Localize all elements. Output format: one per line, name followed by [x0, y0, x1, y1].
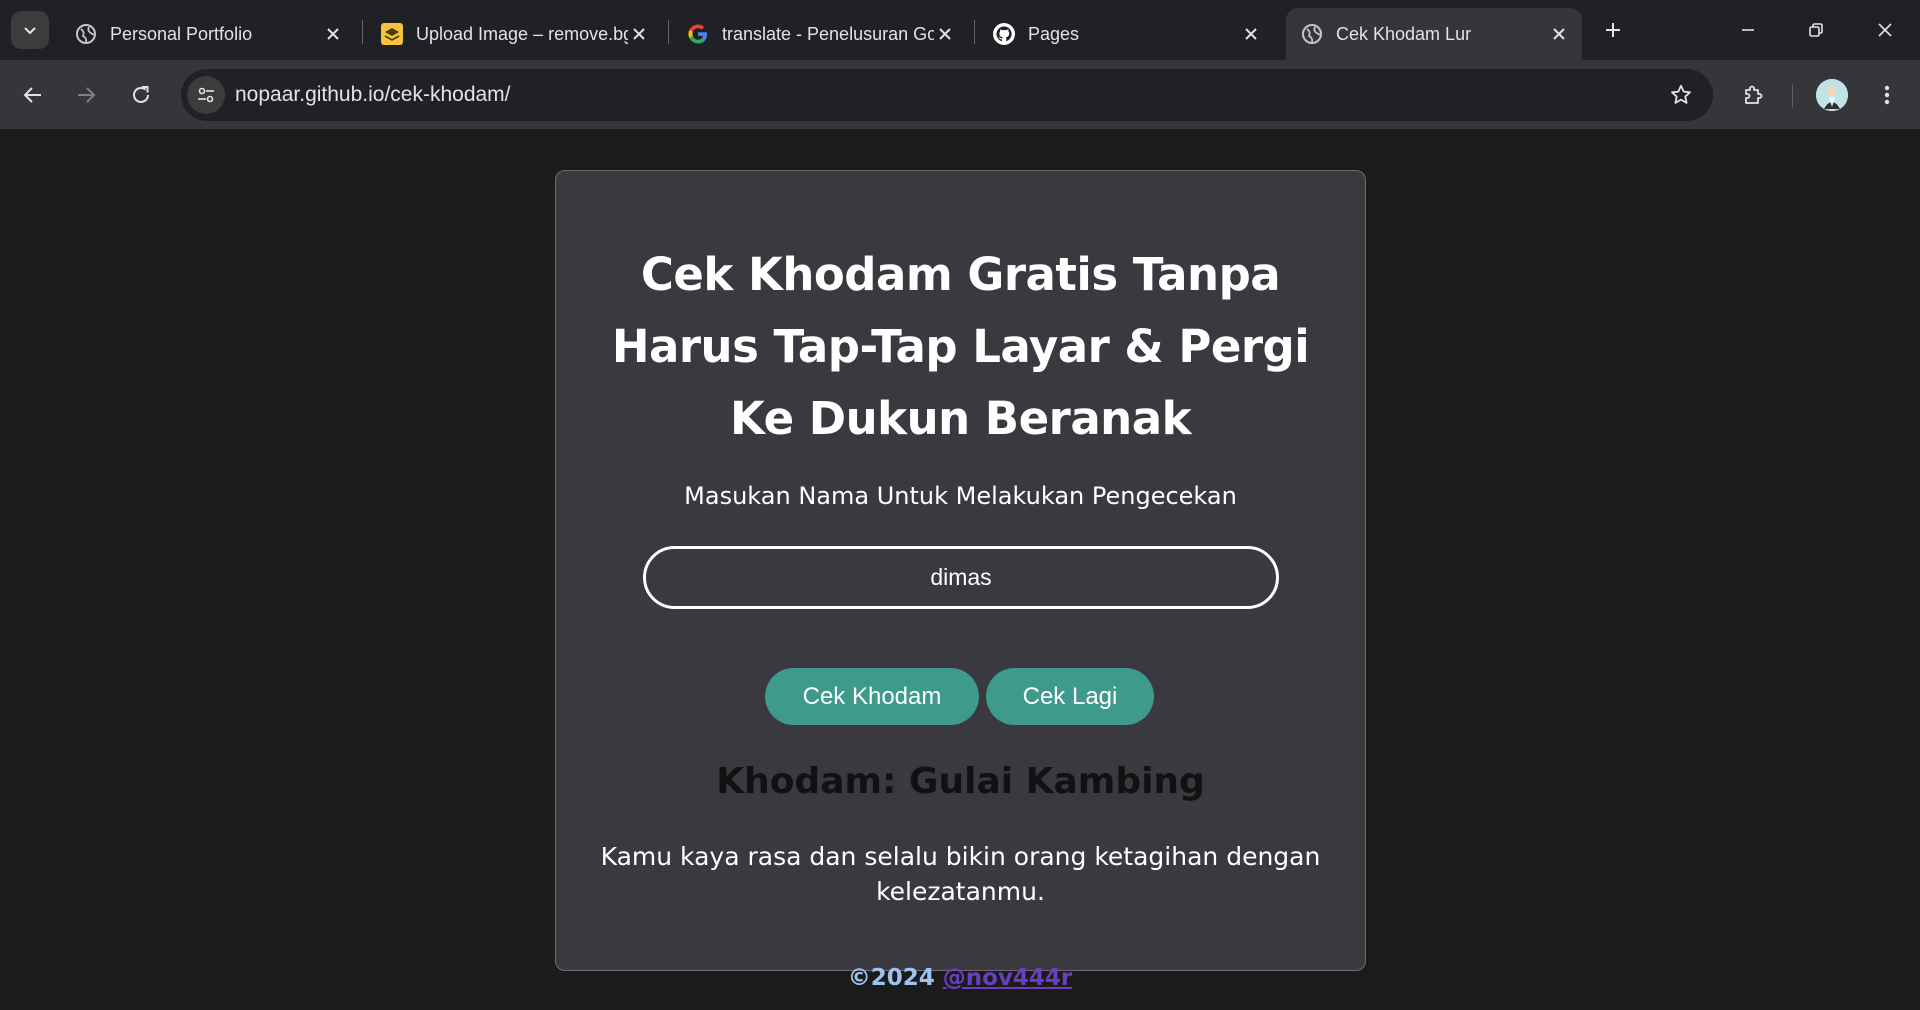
restore-icon: [1809, 23, 1823, 37]
close-tab-icon[interactable]: [1240, 23, 1262, 45]
tab-separator: [362, 20, 363, 44]
url-text: nopaar.github.io/cek-khodam/: [235, 83, 511, 106]
tab-title: Upload Image – remove.bg: [416, 23, 628, 44]
tab-title: translate - Penelusuran Google: [722, 23, 934, 44]
name-prompt: Masukan Nama Untuk Melakukan Pengecekan: [684, 482, 1237, 510]
tab-title: Pages: [1028, 23, 1080, 44]
author-link[interactable]: @nov444r: [943, 965, 1073, 991]
restore-button[interactable]: [1793, 10, 1839, 50]
menu-button[interactable]: [1868, 76, 1906, 114]
close-tab-icon[interactable]: [322, 23, 344, 45]
minimize-icon: [1742, 29, 1754, 31]
cek-khodam-button[interactable]: Cek Khodam: [765, 668, 979, 725]
footer: ©2024 @nov444r: [0, 965, 1920, 991]
title-line: Harus Tap-Tap Layar & Pergi: [611, 320, 1310, 373]
close-tab-icon[interactable]: [934, 23, 956, 45]
plus-icon: [1606, 23, 1620, 37]
tab-separator: [668, 20, 669, 44]
chevron-down-icon: [24, 27, 36, 35]
site-info-button[interactable]: [187, 76, 225, 114]
bookmark-button[interactable]: [1665, 79, 1697, 111]
arrow-left-icon: [23, 87, 41, 103]
result-description: Kamu kaya rasa dan selalu bikin orang ke…: [600, 842, 1321, 906]
page-viewport: Cek Khodam Gratis Tanpa Harus Tap-Tap La…: [0, 131, 1920, 1010]
tab-search-button[interactable]: [11, 11, 49, 49]
close-tab-icon[interactable]: [1548, 23, 1570, 45]
profile-avatar[interactable]: [1816, 79, 1848, 111]
star-icon: [1671, 84, 1691, 104]
minimize-button[interactable]: [1725, 10, 1771, 50]
puzzle-icon: [1745, 85, 1763, 104]
title-line: Cek Khodam Gratis Tanpa: [640, 248, 1281, 301]
title-line: Ke Dukun Beranak: [729, 392, 1192, 445]
result-title: Khodam: Gulai Kambing: [716, 761, 1205, 802]
tab-pages[interactable]: Pages: [978, 8, 1274, 60]
cek-lagi-button[interactable]: Cek Lagi: [986, 668, 1154, 725]
removebg-icon: [380, 22, 404, 46]
khodam-card: Cek Khodam Gratis Tanpa Harus Tap-Tap La…: [555, 170, 1366, 971]
toolbar-separator: [1792, 84, 1793, 108]
close-icon: [1878, 23, 1892, 37]
tab-upload-image[interactable]: Upload Image – remove.bg: [366, 8, 662, 60]
avatar-icon: [1816, 79, 1848, 111]
new-tab-button[interactable]: [1597, 14, 1629, 46]
tab-personal-portfolio[interactable]: Personal Portfolio: [60, 8, 356, 60]
extensions-button[interactable]: [1734, 76, 1772, 114]
more-vert-icon: [1884, 85, 1890, 105]
globe-icon: [74, 22, 98, 46]
reload-button[interactable]: [122, 76, 160, 114]
address-bar[interactable]: nopaar.github.io/cek-khodam/: [181, 69, 1713, 121]
tab-separator: [974, 20, 975, 44]
back-button[interactable]: [14, 76, 52, 114]
tab-translate[interactable]: translate - Penelusuran Google: [672, 8, 968, 60]
copyright-text: ©2024: [847, 965, 935, 991]
name-input[interactable]: [643, 546, 1279, 609]
github-icon: [992, 22, 1016, 46]
tab-cek-khodam[interactable]: Cek Khodam Lur: [1286, 8, 1582, 60]
tab-strip: Personal Portfolio Upload Image – remove…: [0, 0, 1920, 60]
arrow-right-icon: [78, 87, 96, 103]
forward-button[interactable]: [67, 76, 105, 114]
google-icon: [686, 22, 710, 46]
tune-icon: [198, 87, 214, 103]
globe-icon: [1300, 22, 1324, 46]
close-tab-icon[interactable]: [628, 23, 650, 45]
reload-icon: [133, 86, 149, 103]
tab-title: Personal Portfolio: [110, 23, 253, 44]
tab-title: Cek Khodam Lur: [1336, 23, 1472, 44]
browser-toolbar: nopaar.github.io/cek-khodam/: [0, 60, 1920, 130]
close-window-button[interactable]: [1862, 10, 1908, 50]
page-title: Cek Khodam Gratis Tanpa Harus Tap-Tap La…: [586, 239, 1335, 455]
